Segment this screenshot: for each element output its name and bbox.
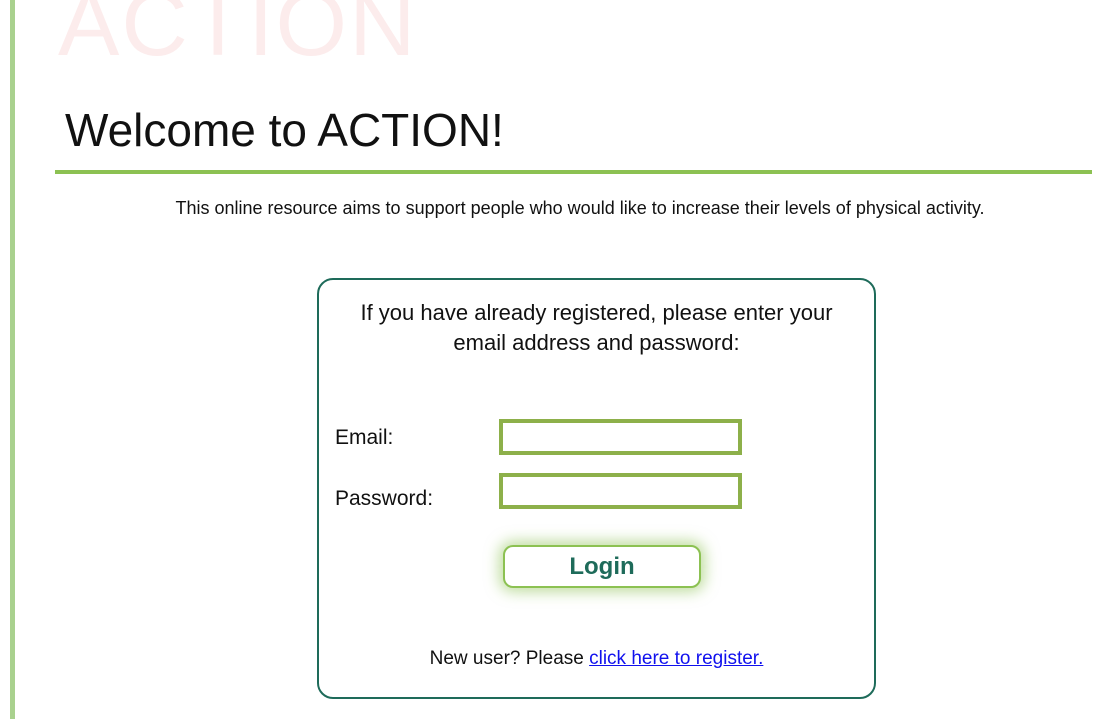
email-label: Email: [335,426,394,449]
register-prompt: New user? Please click here to register. [319,648,874,670]
title-divider [55,170,1092,174]
password-label: Password: [335,487,434,510]
new-user-text: New user? Please [429,648,590,669]
register-link[interactable]: click here to register. [589,648,763,669]
login-instructions: If you have already registered, please e… [360,300,833,355]
watermark-logo: ACTION [58,0,418,75]
login-button[interactable]: Login [503,545,701,588]
login-panel: If you have already registered, please e… [317,278,876,699]
intro-text: This online resource aims to support peo… [175,198,985,218]
page-title: Welcome to ACTION! [65,104,504,156]
left-accent-bar [10,0,15,719]
email-field[interactable] [499,419,742,455]
password-field[interactable] [499,473,742,509]
